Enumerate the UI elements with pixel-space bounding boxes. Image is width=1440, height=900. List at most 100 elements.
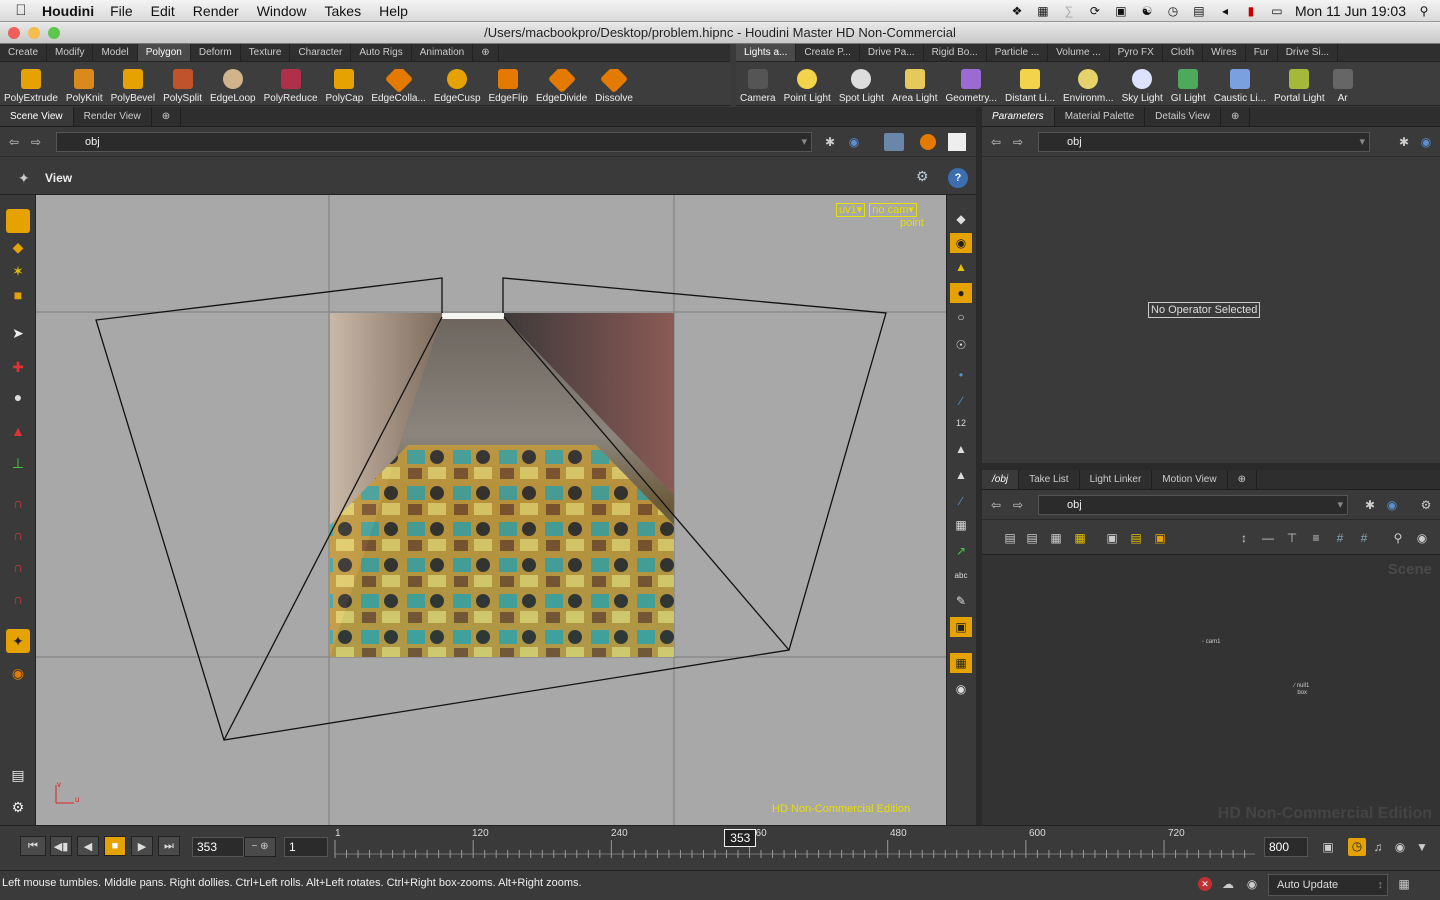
horizontal-splitter[interactable] [982, 463, 1440, 470]
tool-caustic-light[interactable]: Caustic Li... [1210, 69, 1270, 106]
link-icon[interactable]: ◉ [846, 134, 862, 150]
tool-polyreduce[interactable]: PolyReduce [260, 69, 322, 106]
jump-end-button[interactable]: ⏭ [158, 836, 180, 856]
grid-icon[interactable]: ▦ [1035, 4, 1051, 18]
audio-icon[interactable]: ♫ [1370, 839, 1386, 855]
shelf-tab-auto-rigs[interactable]: Auto Rigs [351, 44, 412, 61]
select-tool-icon[interactable] [6, 209, 30, 233]
realtime-icon[interactable]: ◷ [1348, 838, 1366, 856]
uv-display-icon[interactable]: ▦ [950, 515, 972, 535]
tab-scene-view[interactable]: Scene View [0, 107, 74, 126]
tool-portal-light[interactable]: Portal Light [1270, 69, 1329, 106]
tree-view-icon[interactable]: ▦ [1048, 530, 1064, 546]
snap-multi-icon[interactable]: ∩ [6, 587, 30, 611]
prim-numbers-icon[interactable]: ▲ [950, 465, 972, 485]
tool-camera[interactable]: Camera [736, 69, 780, 106]
shelf-tab-animation[interactable]: Animation [412, 44, 474, 61]
eye-icon[interactable]: ◉ [950, 679, 972, 699]
tool-spot-light[interactable]: Spot Light [835, 69, 888, 106]
lock-icon[interactable]: ▣ [1113, 4, 1129, 18]
arrow-select-icon[interactable]: ➤ [6, 321, 30, 345]
network-box-icon[interactable]: ▣ [1104, 530, 1120, 546]
wifi-icon[interactable]: ☯ [1139, 4, 1155, 18]
visibility-icon[interactable]: ☉ [950, 335, 972, 355]
display-options-icon[interactable]: ⚙ [916, 168, 936, 188]
pin-icon[interactable]: ✱ [1396, 134, 1412, 150]
menu-takes[interactable]: Takes [325, 3, 362, 19]
display-set-icon[interactable]: ◆ [950, 209, 972, 229]
grid-view-icon[interactable]: ▦ [1072, 530, 1088, 546]
view-menu-label[interactable]: View [45, 171, 72, 185]
tool-distant-light[interactable]: Distant Li... [1001, 69, 1059, 106]
camera-view-icon[interactable]: ◉ [950, 233, 972, 253]
view-menu-icon[interactable]: ✦ [18, 170, 36, 186]
jump-start-button[interactable]: ⏮ [20, 836, 46, 856]
hull-display-icon[interactable]: ∕ [950, 491, 972, 511]
tool-polysplit[interactable]: PolySplit [159, 69, 206, 106]
rotate-tool-icon[interactable]: ● [6, 385, 30, 409]
shelf-tab-lights[interactable]: Lights a... [736, 44, 797, 61]
add-tab-icon[interactable]: ⊕ [1228, 470, 1257, 489]
tool-geometry-light[interactable]: Geometry... [941, 69, 1001, 106]
frame-stepper[interactable]: − ⊕ [244, 837, 276, 857]
tool-edgeloop[interactable]: EdgeLoop [206, 69, 260, 106]
tab-motion-view[interactable]: Motion View [1152, 470, 1228, 489]
pin-icon[interactable]: ✱ [822, 134, 838, 150]
dropbox-icon[interactable]: ❖ [1009, 4, 1025, 18]
tool-ambient-light[interactable]: Ar [1329, 69, 1357, 106]
camera-menu[interactable]: no cam▾ [869, 203, 917, 217]
background-color-icon[interactable] [948, 133, 966, 151]
back-arrow-icon[interactable]: ⇦ [988, 134, 1004, 150]
error-icon[interactable]: ✕ [1198, 877, 1212, 891]
zoom-window-button[interactable] [48, 27, 60, 39]
snap-point-icon[interactable]: ∩ [6, 555, 30, 579]
chevron-down-icon[interactable]: ▾ [801, 133, 807, 151]
vector-display-icon[interactable]: ↗ [950, 541, 972, 561]
clock[interactable]: Mon 11 Jun 19:03 [1295, 3, 1406, 19]
node-cam1[interactable]: ◦ cam1 [1202, 639, 1220, 645]
shading-sphere-icon[interactable] [920, 134, 936, 150]
prim-display-icon[interactable]: ▲ [950, 439, 972, 459]
sticky-note-icon[interactable]: ▤ [1128, 530, 1144, 546]
tool-edgecollapse[interactable]: EdgeColla... [367, 69, 429, 106]
play-button[interactable]: ▶ [131, 836, 153, 856]
back-arrow-icon[interactable]: ⇦ [6, 134, 22, 150]
play-reverse-button[interactable]: ◀ [77, 836, 99, 856]
link-icon[interactable]: ◉ [1418, 134, 1434, 150]
move-tool-icon[interactable]: ✚ [6, 355, 30, 379]
point-numbers-icon[interactable]: 12 [950, 413, 972, 433]
tool-polybevel[interactable]: PolyBevel [107, 69, 159, 106]
point-display-icon[interactable]: • [950, 365, 972, 385]
spotlight-search-icon[interactable]: ⚲ [1416, 4, 1432, 18]
render-region-icon[interactable]: ◉ [6, 661, 30, 685]
shelf-tab-modify[interactable]: Modify [47, 44, 94, 61]
tab-obj-network[interactable]: /obj [982, 470, 1020, 489]
shelf-tab-fur[interactable]: Fur [1246, 44, 1278, 61]
normal-display-icon[interactable]: ∕ [950, 391, 972, 411]
align-icon[interactable]: — [1260, 530, 1276, 546]
tab-parameters[interactable]: Parameters [982, 107, 1055, 126]
app-menu[interactable]: Houdini [42, 3, 94, 19]
network-editor[interactable]: Scene ◦ cam1 ∕ null1 box HD Non-Commerci… [982, 555, 1440, 825]
forward-arrow-icon[interactable]: ⇨ [1010, 497, 1026, 513]
link-icon[interactable]: ◉ [1384, 497, 1400, 513]
subnet-icon[interactable]: ▣ [1152, 530, 1168, 546]
tool-dissolve[interactable]: Dissolve [591, 69, 637, 106]
menu-render[interactable]: Render [193, 3, 239, 19]
flag-icon[interactable]: ▮ [1243, 4, 1259, 18]
stop-button[interactable]: ■ [104, 836, 126, 856]
menu-help[interactable]: Help [379, 3, 408, 19]
gear-icon[interactable]: ⚙ [1418, 497, 1434, 513]
minimize-window-button[interactable] [28, 27, 40, 39]
display-icon[interactable]: ▤ [1191, 4, 1207, 18]
bluetooth-icon[interactable]: ∑ [1061, 4, 1077, 18]
keys-icon[interactable]: ▣ [1320, 839, 1336, 855]
step-back-button[interactable]: ◀▮ [50, 836, 72, 856]
add-tab-icon[interactable]: ⊕ [152, 107, 182, 126]
node-null1[interactable]: ∕ null1 box [1294, 683, 1309, 697]
shelf-tab-create[interactable]: Create [0, 44, 48, 61]
param-path-field[interactable]: obj ▾ [1038, 132, 1370, 152]
render-icon[interactable]: ▦ [1396, 876, 1412, 892]
close-window-button[interactable] [8, 27, 20, 39]
zoom-icon[interactable]: ⚲ [1390, 530, 1406, 546]
